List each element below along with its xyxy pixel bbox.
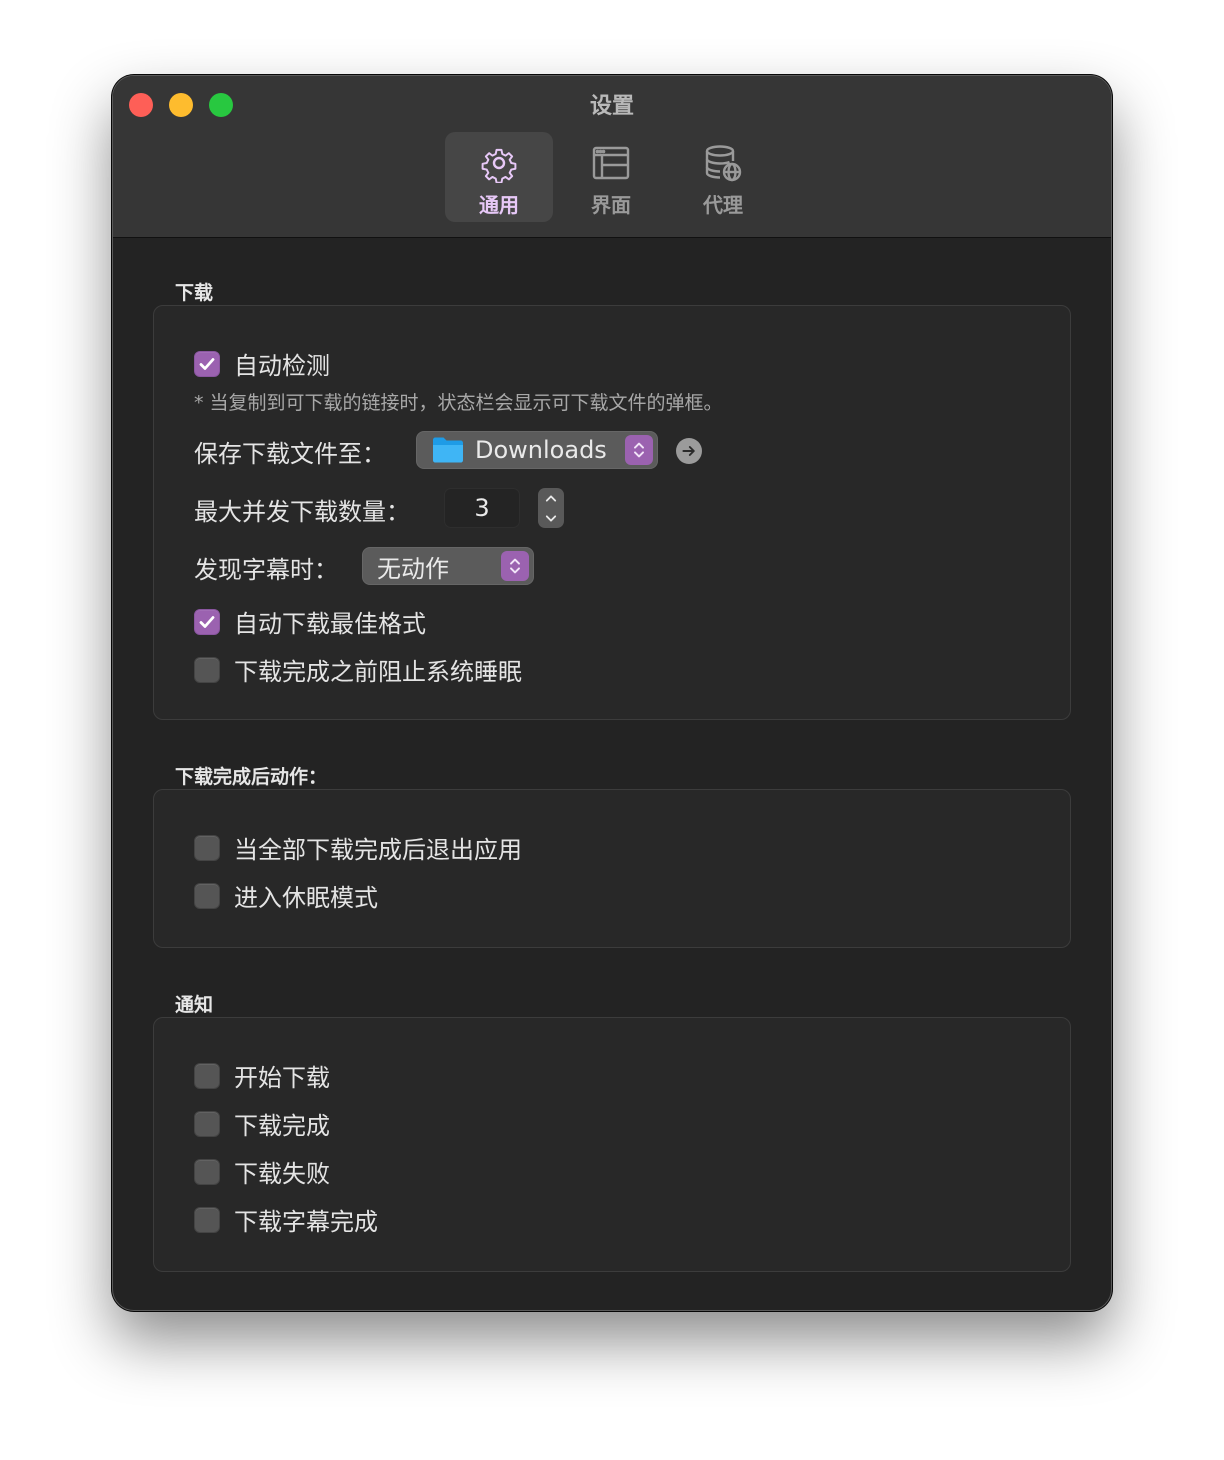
save-to-popup-arrows xyxy=(625,435,653,465)
notify-start-label: 开始下载 xyxy=(234,1064,330,1092)
subtitle-action-popup[interactable]: 无动作 xyxy=(362,547,534,585)
enter-sleep-row[interactable]: 进入休眠模式 xyxy=(194,878,378,913)
settings-window: 设置 通用 界面 代理 下载 自动检测 * 当复制到可下载的链接时，状态栏会显示… xyxy=(112,75,1112,1311)
chevron-up-down-icon xyxy=(634,442,644,458)
enter-sleep-checkbox[interactable] xyxy=(194,882,220,909)
notify-failed-label: 下载失败 xyxy=(234,1160,330,1188)
gear-icon xyxy=(481,148,517,183)
notify-subtitle-complete-row[interactable]: 下载字幕完成 xyxy=(194,1202,378,1237)
arrow-right-icon xyxy=(682,446,695,456)
checkmark-icon xyxy=(199,357,215,370)
prevent-sleep-checkbox[interactable] xyxy=(194,656,220,683)
notify-start-row[interactable]: 开始下载 xyxy=(194,1058,330,1093)
enter-sleep-label: 进入休眠模式 xyxy=(234,884,378,912)
save-to-label: 保存下载文件至： xyxy=(194,440,386,468)
download-section-box: 自动检测 * 当复制到可下载的链接时，状态栏会显示可下载文件的弹框。 保存下载文… xyxy=(153,305,1071,720)
reveal-folder-button[interactable] xyxy=(676,438,702,464)
max-concurrent-input[interactable]: 3 xyxy=(444,488,520,528)
notify-failed-checkbox[interactable] xyxy=(194,1158,220,1185)
max-concurrent-label: 最大并发下载数量： xyxy=(194,498,410,526)
subtitle-found-label: 发现字幕时： xyxy=(194,556,338,584)
notify-subtitle-complete-checkbox[interactable] xyxy=(194,1206,220,1233)
auto-detect-checkbox[interactable] xyxy=(194,350,220,377)
notify-failed-row[interactable]: 下载失败 xyxy=(194,1154,330,1189)
toolbar-tabs: 通用 界面 代理 xyxy=(445,132,777,222)
checkmark-icon xyxy=(199,615,215,628)
notify-subtitle-complete-label: 下载字幕完成 xyxy=(234,1208,378,1236)
subtitle-action-popup-arrows xyxy=(501,551,529,581)
tab-proxy-label: 代理 xyxy=(703,193,743,217)
tab-interface-label: 界面 xyxy=(591,193,631,217)
subtitle-action-value: 无动作 xyxy=(377,554,449,583)
auto-best-format-label: 自动下载最佳格式 xyxy=(234,610,426,638)
titlebar: 设置 通用 界面 代理 xyxy=(113,76,1111,238)
max-concurrent-stepper[interactable] xyxy=(538,488,564,528)
notifications-section-box: 开始下载 下载完成 下载失败 下载字幕完成 xyxy=(153,1017,1071,1272)
notify-start-checkbox[interactable] xyxy=(194,1062,220,1089)
prevent-sleep-label: 下载完成之前阻止系统睡眠 xyxy=(234,658,522,686)
auto-detect-note: * 当复制到可下载的链接时，状态栏会显示可下载文件的弹框。 xyxy=(194,392,723,414)
prevent-sleep-row[interactable]: 下载完成之前阻止系统睡眠 xyxy=(194,652,522,687)
quit-after-all-row[interactable]: 当全部下载完成后退出应用 xyxy=(194,830,522,865)
notify-complete-row[interactable]: 下载完成 xyxy=(194,1106,330,1141)
download-section-label: 下载 xyxy=(175,282,214,304)
auto-best-format-row[interactable]: 自动下载最佳格式 xyxy=(194,604,426,639)
quit-after-all-checkbox[interactable] xyxy=(194,834,220,861)
notify-complete-label: 下载完成 xyxy=(234,1112,330,1140)
database-globe-icon xyxy=(705,145,742,182)
chevron-up-down-icon xyxy=(510,558,520,574)
auto-detect-row[interactable]: 自动检测 xyxy=(194,346,330,381)
after-download-section-label: 下载完成后动作： xyxy=(175,766,328,788)
after-download-section-box: 当全部下载完成后退出应用 进入休眠模式 xyxy=(153,789,1071,948)
chevron-up-icon[interactable] xyxy=(544,494,558,503)
save-to-value: Downloads xyxy=(475,436,607,464)
tab-interface[interactable]: 界面 xyxy=(557,132,665,222)
tab-proxy[interactable]: 代理 xyxy=(669,132,777,222)
layout-icon xyxy=(592,146,630,180)
notifications-section-label: 通知 xyxy=(175,994,214,1016)
auto-best-format-checkbox[interactable] xyxy=(194,608,220,635)
quit-after-all-label: 当全部下载完成后退出应用 xyxy=(234,836,522,864)
folder-icon xyxy=(433,437,463,463)
general-pane: 下载 自动检测 * 当复制到可下载的链接时，状态栏会显示可下载文件的弹框。 保存… xyxy=(113,238,1111,1310)
tab-general[interactable]: 通用 xyxy=(445,132,553,222)
notify-complete-checkbox[interactable] xyxy=(194,1110,220,1137)
save-to-popup[interactable]: Downloads xyxy=(416,431,658,469)
auto-detect-label: 自动检测 xyxy=(234,352,330,380)
chevron-down-icon[interactable] xyxy=(544,514,558,523)
window-title: 设置 xyxy=(589,94,634,119)
tab-general-label: 通用 xyxy=(479,193,519,217)
